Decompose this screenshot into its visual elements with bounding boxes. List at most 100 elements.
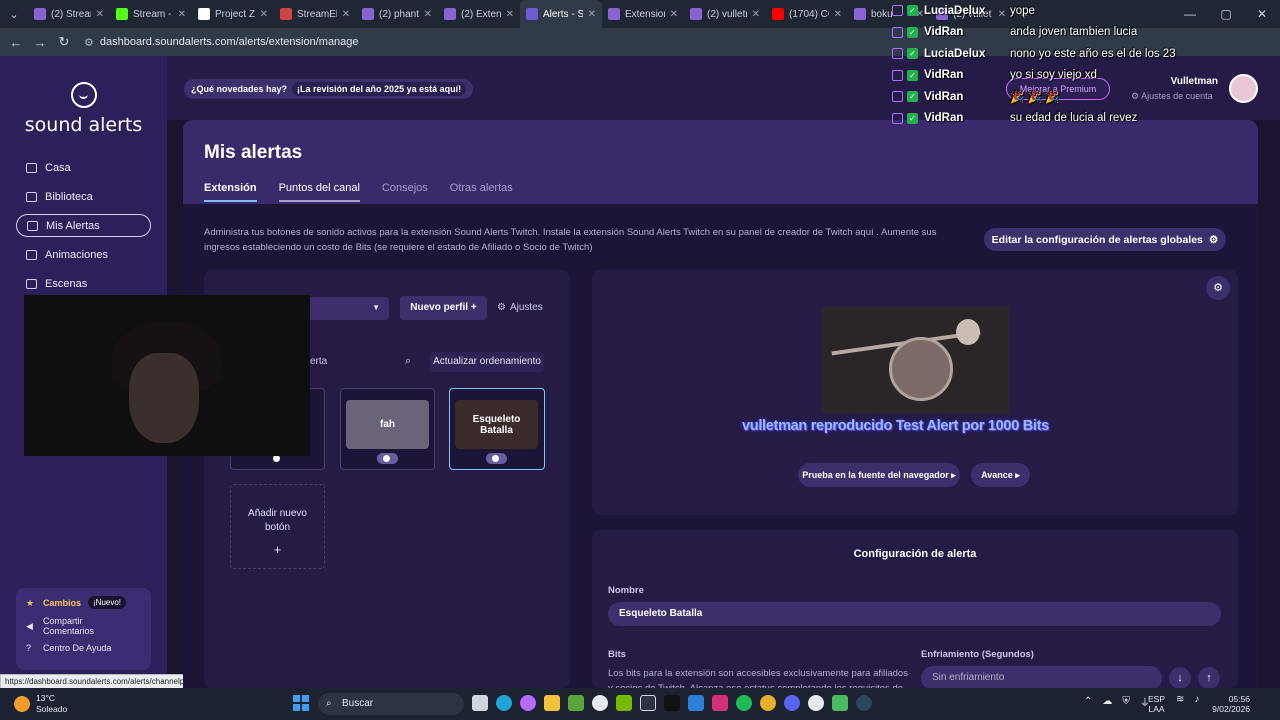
minecraft-icon[interactable] — [568, 695, 584, 711]
instagram-icon[interactable] — [712, 695, 728, 711]
changes-link[interactable]: ★ Cambios ¡Nuevo! — [26, 596, 141, 609]
obs-icon[interactable] — [592, 695, 608, 711]
file-explorer-icon[interactable] — [544, 695, 560, 711]
card-toggle[interactable] — [486, 453, 507, 464]
new-profile-button[interactable]: Nuevo perfil + — [400, 296, 487, 320]
help-box: ★ Cambios ¡Nuevo! ◀ Compartir Comentarios ?… — [16, 588, 151, 670]
volume-icon[interactable]: ♪ — [1194, 694, 1199, 705]
sidebar-item-label: Biblioteca — [45, 190, 93, 203]
sound-pad[interactable]: fah — [346, 400, 429, 449]
sidebar-item-escenas[interactable]: Escenas — [16, 272, 151, 295]
tab-channel-points[interactable]: Puntos del canal — [278, 182, 360, 202]
app-icon[interactable] — [832, 695, 848, 711]
name-field[interactable]: Esqueleto Batalla — [608, 602, 1221, 626]
chevron-up-icon[interactable]: ⌃ — [1084, 696, 1092, 707]
sound-alerts-logo[interactable]: sound alerts — [0, 82, 167, 136]
chrome-icon[interactable] — [760, 695, 776, 711]
close-tab-icon[interactable]: ✕ — [752, 9, 760, 20]
tab-list-dropdown[interactable]: ⌄ — [0, 8, 28, 21]
tiktok-icon[interactable] — [664, 695, 680, 711]
sound-card-esqueleto[interactable]: Esqueleto Batalla — [449, 388, 545, 470]
browser-tab[interactable]: (2) vulletr ✕ — [684, 0, 766, 28]
sidebar-item-biblioteca[interactable]: Biblioteca — [16, 185, 151, 208]
taskbar-search[interactable]: ⌕ Buscar — [318, 693, 464, 715]
wifi-icon[interactable]: ≋ — [1176, 694, 1184, 705]
sound-pad[interactable]: Esqueleto Batalla — [455, 400, 538, 449]
sound-name: fah — [380, 419, 395, 430]
discord-icon[interactable] — [784, 695, 800, 711]
capture-icon[interactable] — [640, 695, 656, 711]
browser-tab[interactable]: (1704) CO ✕ — [766, 0, 848, 28]
clock[interactable]: 05:56 9/02/2026 — [1208, 694, 1250, 714]
search-alert-input[interactable]: erta — [310, 356, 327, 367]
browser-tab[interactable]: StreamEl ✕ — [274, 0, 356, 28]
browser-tab[interactable]: Stream - K ✕ — [110, 0, 192, 28]
tab-extension[interactable]: Extensión — [204, 182, 257, 202]
browser-tab[interactable]: (2) phant ✕ — [356, 0, 438, 28]
back-button[interactable]: ← — [4, 35, 28, 50]
task-view-icon[interactable] — [472, 695, 488, 711]
start-button[interactable] — [293, 695, 309, 711]
edge-icon[interactable] — [496, 695, 512, 711]
vegas-icon[interactable] — [688, 695, 704, 711]
close-tab-icon[interactable]: ✕ — [506, 9, 514, 20]
edit-global-alert-settings-button[interactable]: Editar la configuración de alertas globa… — [984, 228, 1226, 251]
url-field[interactable]: ⚙ dashboard.soundalerts.com/alerts/exten… — [84, 36, 359, 49]
sidebar-item-casa[interactable]: Casa — [16, 156, 151, 179]
close-tab-icon[interactable]: ✕ — [178, 9, 186, 20]
nvidia-icon[interactable] — [616, 695, 632, 711]
tab-tips[interactable]: Consejos — [382, 182, 428, 202]
tab-favicon — [854, 8, 866, 20]
close-tab-icon[interactable]: ✕ — [260, 9, 268, 20]
close-tab-icon[interactable]: ✕ — [834, 9, 842, 20]
tab-favicon — [116, 8, 128, 20]
profile-select[interactable]: ▼ — [310, 297, 389, 320]
sidebar-item-mis-alertas[interactable]: Mis Alertas — [16, 214, 151, 237]
sound-card-fah[interactable]: fah — [340, 388, 435, 470]
play-icon: ▸ — [1015, 470, 1020, 480]
site-info-icon[interactable]: ⚙ — [84, 36, 94, 49]
search-icon[interactable]: ⌕ — [405, 355, 411, 368]
browser-tab[interactable]: Project Z ✕ — [192, 0, 274, 28]
tab-label: Project Z — [215, 8, 255, 20]
chat-message: ✓ VidRan anda joven tambien lucia — [892, 22, 1280, 44]
help-center-link[interactable]: ? Centro De Ayuda — [26, 643, 141, 653]
copilot-icon[interactable] — [520, 695, 536, 711]
close-tab-icon[interactable]: ✕ — [588, 9, 596, 20]
close-tab-icon[interactable]: ✕ — [342, 9, 350, 20]
reload-button[interactable]: ↻ — [52, 34, 76, 50]
forward-button[interactable]: → — [28, 35, 52, 50]
close-tab-icon[interactable]: ✕ — [670, 9, 678, 20]
news-banner[interactable]: ¿Qué novedades hay? ¡La revisión del año… — [184, 79, 474, 99]
github-icon[interactable] — [808, 695, 824, 711]
arrow-down-button[interactable]: ↓ — [1169, 667, 1191, 689]
tab-label: Alerts - S — [543, 8, 583, 20]
browser-tab[interactable]: Extension ✕ — [602, 0, 684, 28]
close-tab-icon[interactable]: ✕ — [424, 9, 432, 20]
weather-widget[interactable]: 13°C Soleado — [14, 693, 67, 715]
share-feedback-link[interactable]: ◀ Compartir Comentarios — [26, 616, 141, 636]
language-indicator[interactable]: ESP LAA — [1148, 694, 1165, 714]
cloud-icon[interactable]: ☁ — [1102, 696, 1112, 707]
steam-icon[interactable] — [856, 695, 872, 711]
test-browser-source-button[interactable]: Prueba en la fuente del navegador ▸ — [798, 463, 960, 487]
browser-tab[interactable]: Alerts - S ✕ — [520, 0, 602, 28]
star-icon: ★ — [26, 597, 35, 608]
arrow-up-button[interactable]: ↑ — [1198, 667, 1220, 689]
advance-button[interactable]: Avance ▸ — [971, 463, 1030, 487]
browser-tab[interactable]: (2) Exten ✕ — [438, 0, 520, 28]
add-new-button-card[interactable]: Añadir nuevo botón + — [230, 484, 325, 569]
update-order-button[interactable]: Actualizar ordenamiento — [430, 352, 544, 372]
shield-icon[interactable]: ⛨ — [1122, 696, 1130, 707]
cooldown-field[interactable]: Sin enfriamiento — [921, 666, 1162, 690]
preview-settings-button[interactable]: ⚙ — [1206, 276, 1230, 300]
profile-settings-button[interactable]: ⚙ Ajustes — [497, 302, 543, 313]
close-tab-icon[interactable]: ✕ — [96, 9, 104, 20]
spotify-icon[interactable] — [736, 695, 752, 711]
card-toggle[interactable] — [377, 453, 398, 464]
library-icon — [26, 191, 37, 202]
tab-other-alerts[interactable]: Otras alertas — [450, 182, 513, 202]
sidebar-item-animaciones[interactable]: Animaciones — [16, 243, 151, 266]
browser-tab[interactable]: (2) Stream ✕ — [28, 0, 110, 28]
page-title: Mis alertas — [204, 142, 303, 163]
